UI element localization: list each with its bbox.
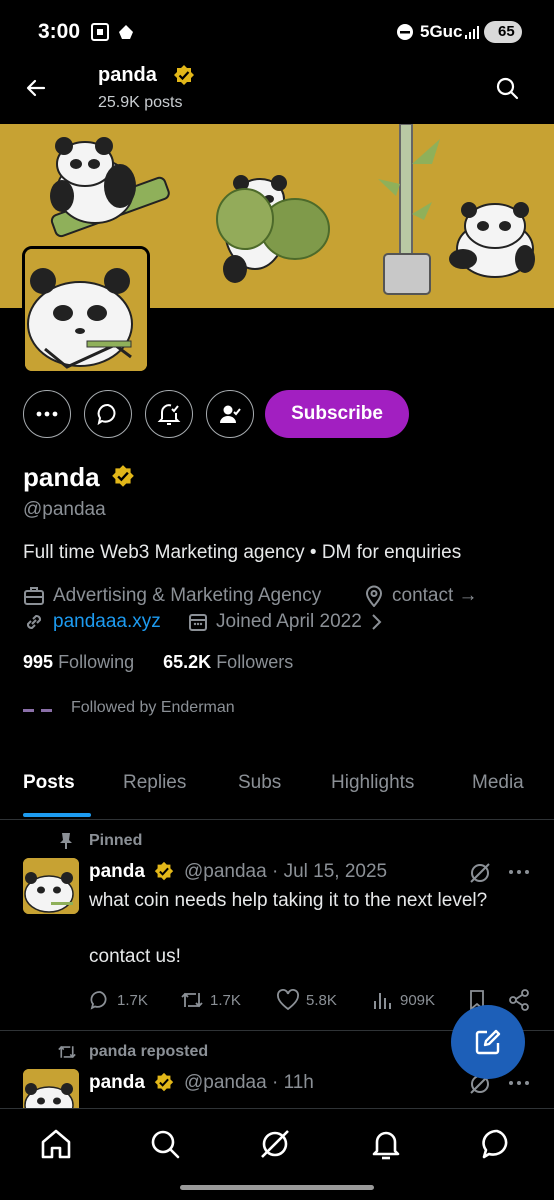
gesture-home-bar[interactable] [180,1185,374,1190]
header-name: panda [98,64,157,86]
joined-date: Joined April 2022 [188,611,382,633]
joined-label: Joined April 2022 [216,611,362,632]
verified-badge-icon [153,861,175,883]
contact-link[interactable]: contact → [364,585,478,607]
compose-post-button[interactable] [451,1005,525,1079]
location-pin-icon [364,585,384,607]
network-type: 5Guc [420,22,463,41]
verified-badge-icon[interactable] [110,464,136,490]
tab-subs[interactable]: Subs [238,772,281,794]
heart-icon [276,989,300,1011]
reply-button[interactable]: 1.7K [89,989,148,1011]
calendar-icon [188,612,208,632]
briefcase-icon [23,585,45,607]
battery-indicator: 65 [484,21,522,43]
grok-icon[interactable] [468,861,492,885]
screen-record-icon [90,22,110,42]
tab-replies[interactable]: Replies [123,772,186,794]
profile-category: Advertising & Marketing Agency [23,585,321,607]
post-handle-date: @pandaa · 11h [184,1072,314,1093]
website-link[interactable]: pandaaa.xyz [23,611,161,633]
bell-check-icon [157,402,181,426]
following-count: 995 [23,652,54,672]
header-post-count: 25.9K posts [98,94,183,111]
message-button[interactable] [84,390,132,438]
post-avatar[interactable] [23,1069,79,1108]
share-icon[interactable] [508,989,530,1011]
compose-icon [473,1027,503,1057]
link-icon [23,611,45,633]
grok-icon[interactable] [258,1127,294,1163]
game-icon [116,22,136,42]
tab-highlights[interactable]: Highlights [331,772,414,794]
followers-label: Followers [216,652,294,672]
more-options-button[interactable] [23,390,71,438]
more-dots-icon[interactable] [508,869,530,875]
person-check-icon [218,402,242,426]
back-arrow-icon[interactable] [24,76,48,100]
chat-bubble-icon [96,402,120,426]
profile-bio: Full time Web3 Marketing agency • DM for… [23,542,462,563]
repost-count: 1.7K [210,991,241,1009]
tab-posts[interactable]: Posts [23,772,75,794]
like-button[interactable]: 5.8K [276,989,337,1011]
profile-name: panda [23,462,100,492]
messages-icon[interactable] [480,1127,516,1163]
post-author[interactable]: panda [89,861,145,883]
profile-tabs: Posts Replies Subs Highlights Media [0,756,554,820]
followers-link[interactable]: 65.2K Followers [163,652,293,672]
chevron-right-icon[interactable] [370,613,382,631]
tab-media[interactable]: Media [472,772,524,794]
notifications-bell-icon[interactable] [369,1127,405,1163]
avatar-image [25,249,147,371]
repost-button[interactable]: 1.7K [180,989,241,1011]
bar-chart-icon [372,989,394,1011]
following-link[interactable]: 995 Following [23,652,134,672]
reply-icon [89,989,111,1011]
signal-icon [464,24,480,40]
repost-icon [180,989,204,1011]
pin-icon [58,832,74,850]
follower-avatars[interactable] [23,708,55,714]
category-label: Advertising & Marketing Agency [53,585,322,606]
profile-header: panda 25.9K posts [0,52,554,124]
view-count: 909K [400,991,436,1009]
contact-label[interactable]: contact → [392,585,478,607]
notifications-button[interactable] [145,390,193,438]
search-icon[interactable] [495,76,519,100]
profile-handle: @pandaa [23,499,106,520]
status-time: 3:00 [38,20,81,43]
pinned-label: Pinned [89,832,143,849]
verified-badge-icon [153,1072,175,1094]
verified-badge-icon [172,64,196,88]
followers-count: 65.2K [163,652,212,672]
reply-count: 1.7K [117,991,148,1009]
following-label: Following [58,652,135,672]
explore-search-icon[interactable] [148,1127,184,1163]
like-count: 5.8K [306,991,337,1009]
more-dots-icon [36,411,58,417]
profile-avatar[interactable] [22,246,150,374]
home-icon[interactable] [39,1127,75,1163]
post-text: what coin needs help taking it to the ne… [89,890,488,911]
website-url[interactable]: pandaaa.xyz [53,611,161,633]
views-button[interactable]: 909K [372,989,435,1011]
more-dots-icon[interactable] [508,1080,530,1086]
repost-icon [56,1043,78,1061]
followed-by-text[interactable]: Followed by Enderman [71,699,235,717]
post-avatar[interactable] [23,858,79,914]
active-tab-indicator [23,813,91,817]
repost-context-label: panda reposted [89,1043,209,1060]
subscribe-button[interactable]: Subscribe [265,390,409,438]
post-author[interactable]: panda [89,1072,145,1094]
post-text-line2: contact us! [89,946,181,967]
dnd-icon [396,23,414,41]
follow-counts: 995 Following 65.2K Followers [23,652,293,673]
post-handle-date: @pandaa · Jul 15, 2025 [184,861,388,882]
post-item[interactable]: Pinned panda @pandaa · Jul 15, 2025 what… [0,821,554,1031]
following-status-button[interactable] [206,390,254,438]
